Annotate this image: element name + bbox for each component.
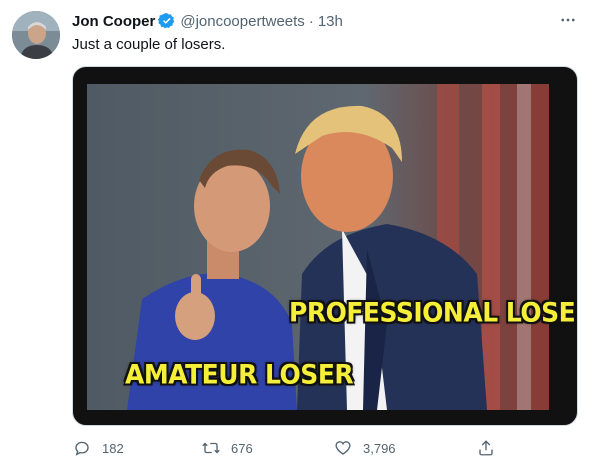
share-icon [476,438,496,458]
reply-count: 182 [102,440,124,456]
share-button[interactable] [476,436,496,460]
display-name[interactable]: Jon Cooper [72,13,155,30]
reply-button[interactable]: 182 [72,436,124,460]
separator-dot: · [308,12,314,30]
retweet-icon [201,438,221,458]
retweet-button[interactable]: 676 [201,436,253,460]
avatar[interactable] [12,11,60,59]
like-count: 3,796 [363,440,396,456]
meme-label-professional: PROFESSIONAL LOSER [289,297,578,328]
retweet-count: 676 [231,440,253,456]
meme-label-amateur: AMATEUR LOSER [125,359,354,390]
tweet-timestamp[interactable]: 13h [318,13,343,30]
tweet-actions: 182 676 3,796 [72,436,578,460]
tweet-media[interactable]: PROFESSIONAL LOSER AMATEUR LOSER [72,66,578,426]
tweet-header: Jon Cooper @joncoopertweets · 13h [72,11,343,31]
reply-icon [72,438,92,458]
tweet-text: Just a couple of losers. [72,36,226,53]
tweet-card[interactable]: Jon Cooper @joncoopertweets · 13h Just a… [0,0,592,466]
verified-badge-icon [158,12,176,30]
author-handle[interactable]: @joncoopertweets [180,13,304,30]
heart-icon [333,438,353,458]
more-horizontal-icon[interactable] [556,12,580,28]
like-button[interactable]: 3,796 [333,436,396,460]
